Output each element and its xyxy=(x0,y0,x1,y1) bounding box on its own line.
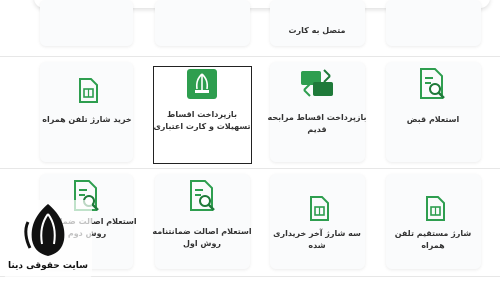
bank-logo-icon xyxy=(187,69,217,99)
tile-label: بازپرداخت اقساط مرابحه قدیم xyxy=(267,113,367,134)
tile-direct-charge[interactable]: شارژ مستقیم تلفن همراه xyxy=(386,174,481,269)
tile-row0-col2[interactable] xyxy=(155,0,250,46)
sim-card-icon xyxy=(310,196,329,221)
tile-label: خرید شارژ تلفن همراه xyxy=(42,115,132,124)
row-divider xyxy=(0,168,500,169)
tile-label: استعلام قبض xyxy=(406,115,460,124)
row-divider xyxy=(0,56,500,57)
tile-label: متصل به کارت xyxy=(288,26,346,35)
tile-old-installment[interactable]: بازپرداخت اقساط مرابحه قدیم xyxy=(267,62,367,162)
tile-row0-col1[interactable] xyxy=(40,0,133,46)
tile-last-three[interactable]: سه شارژ آخر خریداری شده xyxy=(270,174,365,269)
document-search-icon xyxy=(420,68,445,99)
watermark: سایت حقوقی دینا xyxy=(4,200,92,278)
tile-label: سه شارژ آخر خریداری شده xyxy=(273,229,361,250)
watermark-text: سایت حقوقی دینا xyxy=(7,261,89,271)
sim-card-icon xyxy=(426,196,445,221)
tile-label: شارژ مستقیم تلفن همراه xyxy=(394,229,472,250)
sim-card-icon xyxy=(79,78,98,103)
tile-installment[interactable]: بازپرداخت اقساط تسهیلات و کارت اعتباری xyxy=(153,66,252,164)
tile-label: استعلام اصالت ضمانتنامه روش اول xyxy=(152,227,252,248)
tile-bill-inquiry[interactable]: استعلام قبض xyxy=(386,62,481,162)
tile-row0-col4[interactable] xyxy=(386,0,481,46)
tile-sim-purchase[interactable]: خرید شارژ تلفن همراه xyxy=(40,62,133,162)
watermark-logo-icon xyxy=(24,204,65,256)
payment-exchange-icon xyxy=(301,69,333,97)
tile-guarantee-1[interactable]: استعلام اصالت ضمانتنامه روش اول xyxy=(152,174,252,269)
document-search-icon xyxy=(190,180,215,211)
tile-connected-card[interactable]: متصل به کارت xyxy=(270,0,365,46)
tile-label: بازپرداخت اقساط تسهیلات و کارت اعتباری xyxy=(153,110,251,131)
